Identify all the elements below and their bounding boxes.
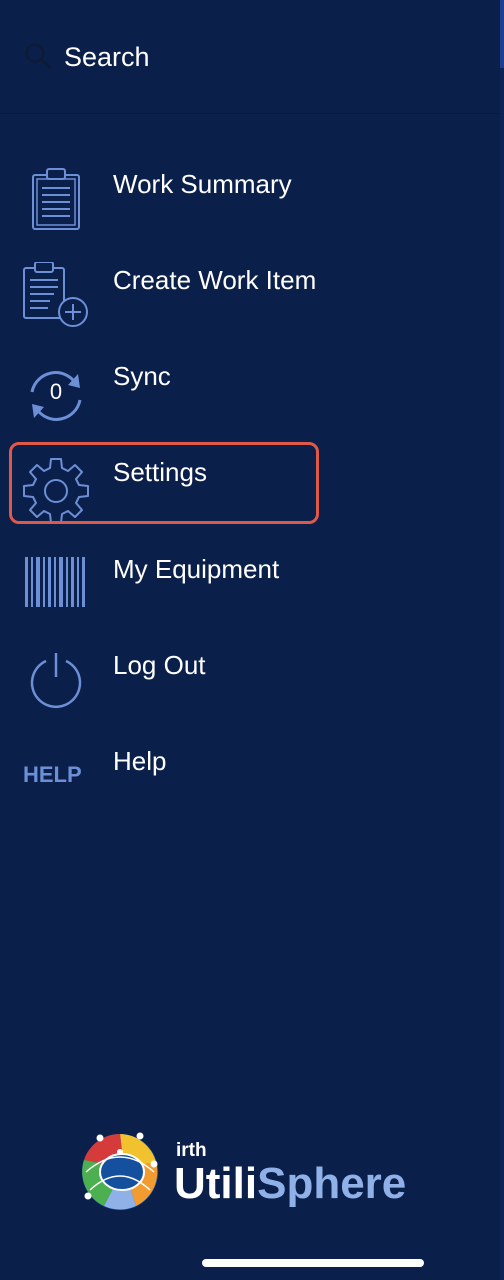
menu-label-work-summary: Work Summary bbox=[113, 169, 292, 199]
search-bar[interactable]: Search bbox=[0, 0, 500, 114]
menu-label-help: Help bbox=[113, 746, 167, 776]
globe-logo-icon bbox=[82, 1132, 158, 1210]
sync-badge: 0 bbox=[50, 379, 62, 404]
gear-icon bbox=[23, 458, 89, 524]
menu-label-settings: Settings bbox=[113, 457, 207, 487]
home-indicator[interactable] bbox=[202, 1259, 424, 1267]
search-label: Search bbox=[64, 42, 150, 72]
menu-label-sync: Sync bbox=[113, 361, 171, 391]
menu-item-sync[interactable]: 0 Sync bbox=[0, 358, 500, 454]
menu-label-create-work-item: Create Work Item bbox=[113, 265, 317, 295]
help-icon: HELP bbox=[23, 762, 82, 787]
drawer-edge bbox=[500, 0, 504, 1280]
clipboard-add-icon bbox=[23, 262, 88, 327]
menu-item-log-out[interactable]: Log Out bbox=[0, 647, 500, 743]
menu-item-work-summary[interactable]: Work Summary bbox=[0, 166, 500, 262]
menu-item-settings[interactable]: Settings bbox=[0, 454, 500, 550]
search-icon bbox=[25, 43, 52, 70]
logo-utilisphere-text: UtiliSphere bbox=[174, 1159, 407, 1208]
utilisphere-logo: irth UtiliSphere bbox=[80, 1132, 430, 1216]
barcode-icon bbox=[25, 557, 85, 607]
navigation-drawer: Search Work Summary Create Work Item 0 S… bbox=[0, 0, 500, 1280]
menu-label-log-out: Log Out bbox=[113, 650, 206, 680]
drawer-edge-accent bbox=[500, 0, 504, 68]
menu-item-create-work-item[interactable]: Create Work Item bbox=[0, 262, 500, 358]
power-icon bbox=[30, 653, 82, 709]
menu-label-my-equipment: My Equipment bbox=[113, 554, 280, 584]
menu-item-help[interactable]: HELP Help bbox=[0, 743, 500, 839]
menu-item-my-equipment[interactable]: My Equipment bbox=[0, 551, 500, 647]
clipboard-icon bbox=[32, 168, 80, 230]
sync-icon: 0 bbox=[30, 371, 82, 421]
svg-text:HELP: HELP bbox=[23, 762, 82, 787]
